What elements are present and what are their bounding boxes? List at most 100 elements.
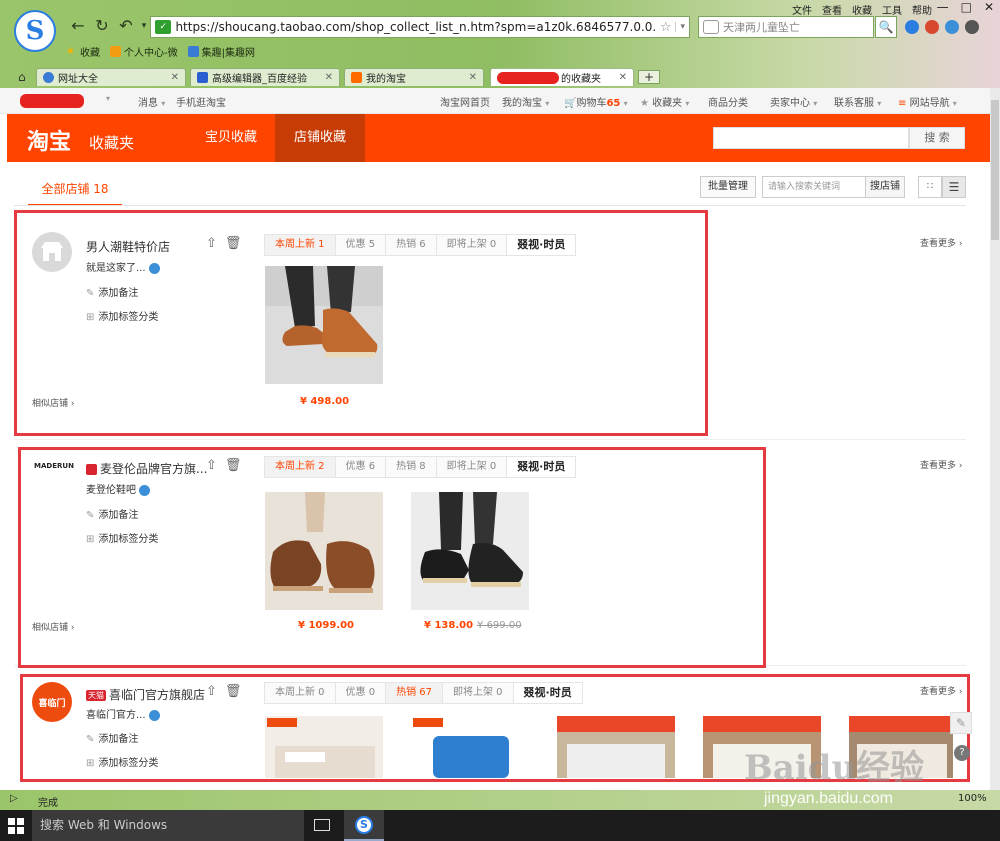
browser-search-input[interactable]: 天津两儿童坠亡 bbox=[698, 16, 874, 38]
secure-lock-icon: ✓ bbox=[155, 20, 172, 34]
top-site-nav[interactable]: ≡ 网站导航 ▾ bbox=[898, 94, 957, 109]
jiqu-icon bbox=[187, 46, 199, 57]
fav-collect-label: 收藏 bbox=[80, 48, 100, 59]
browser-search-placeholder: 天津两儿童坠亡 bbox=[723, 21, 800, 34]
status-text: 完成 bbox=[38, 798, 58, 809]
page-scrollbar[interactable] bbox=[990, 88, 1000, 790]
favorites-search-button[interactable]: 搜 索 bbox=[909, 127, 965, 149]
redacted-username bbox=[497, 71, 559, 84]
weibo-icon bbox=[110, 46, 121, 57]
taobao-logo[interactable]: 淘宝 bbox=[27, 124, 71, 156]
windows-taskbar: 搜索 Web 和 Windows S bbox=[0, 810, 1000, 841]
top-seller-center[interactable]: 卖家中心 ▾ bbox=[770, 94, 817, 109]
home-icon[interactable]: ⌂ bbox=[18, 70, 26, 84]
tab-all-shops[interactable]: 全部店铺 18 bbox=[28, 180, 122, 206]
search-engine-icon bbox=[703, 20, 719, 34]
top-seller-label: 卖家中心 bbox=[770, 98, 810, 109]
top-customer-service[interactable]: 联系客服 ▾ bbox=[834, 94, 881, 109]
cart-count: 65 bbox=[606, 98, 621, 109]
view-more-link[interactable]: 查看更多 › bbox=[920, 236, 962, 249]
star-icon: ★ bbox=[66, 46, 75, 57]
menu-icon: ≡ bbox=[898, 98, 907, 109]
fav-personal[interactable]: 个人中心-微 bbox=[110, 44, 178, 59]
tray-download-icon[interactable] bbox=[965, 20, 979, 34]
tab-my-taobao[interactable]: 我的淘宝 ✕ bbox=[344, 68, 484, 86]
address-url[interactable]: https://shoucang.taobao.com/shop_collect… bbox=[175, 20, 655, 34]
favorites-search-input[interactable] bbox=[713, 127, 909, 149]
taobao-top-bar: ▾ 消息 ▾ 手机逛淘宝 淘宝网首页 我的淘宝 ▾ 🛒购物车65 ▾ ★ 收藏夹… bbox=[0, 88, 990, 114]
address-dropdown-icon[interactable]: ▾ bbox=[675, 22, 689, 32]
tab-close-icon[interactable]: ✕ bbox=[619, 72, 627, 83]
undo-icon[interactable]: ↶ bbox=[116, 16, 136, 36]
fav-jiqu[interactable]: 集趣|集趣网 bbox=[187, 44, 255, 59]
tray-search-icon[interactable] bbox=[905, 20, 919, 34]
fav-collect[interactable]: ★ 收藏 bbox=[66, 44, 100, 59]
back-icon[interactable]: ← bbox=[68, 16, 88, 36]
tab-close-icon[interactable]: ✕ bbox=[469, 72, 477, 83]
scrollbar-thumb[interactable] bbox=[991, 100, 999, 240]
maximize-icon[interactable]: □ bbox=[961, 0, 972, 14]
top-my-taobao[interactable]: 我的淘宝 ▾ bbox=[502, 94, 549, 109]
tab-url-directory[interactable]: 网址大全 ✕ bbox=[36, 68, 186, 86]
batch-manage-button[interactable]: 批量管理 bbox=[700, 176, 756, 198]
tab-close-icon[interactable]: ✕ bbox=[325, 72, 333, 83]
tab-favorites-active[interactable]: 的收藏夹 ✕ bbox=[490, 68, 634, 86]
task-view-icon[interactable] bbox=[314, 819, 330, 831]
user-dropdown-icon[interactable]: ▾ bbox=[106, 94, 110, 103]
favorites-header: 淘宝 收藏夹 宝贝收藏 店铺收藏 搜 索 bbox=[7, 114, 990, 162]
browser-menu: 文件 查看 收藏 工具 帮助 bbox=[792, 2, 932, 17]
browser-search-button[interactable]: 🔍 bbox=[875, 16, 897, 38]
top-mobile[interactable]: 手机逛淘宝 bbox=[176, 94, 226, 109]
close-icon[interactable]: ✕ bbox=[984, 0, 994, 14]
top-messages-label: 消息 bbox=[138, 98, 158, 109]
taobao-icon bbox=[351, 72, 362, 83]
baidu-watermark-url: jingyan.baidu.com bbox=[764, 790, 893, 807]
baidu-watermark: Baidu经验 bbox=[744, 748, 925, 788]
tab-baidu-editor[interactable]: 高级编辑器_百度经验 ✕ bbox=[190, 68, 340, 86]
shop-search-button[interactable]: 搜店铺 bbox=[865, 176, 905, 198]
cart-icon: 🛒 bbox=[564, 98, 577, 109]
menu-file[interactable]: 文件 bbox=[792, 2, 812, 17]
top-messages[interactable]: 消息 ▾ bbox=[138, 94, 165, 109]
highlight-box bbox=[18, 447, 766, 668]
menu-tools[interactable]: 工具 bbox=[882, 2, 902, 17]
star-icon: ★ bbox=[640, 98, 649, 109]
favorites-bar: ★ 收藏 个人中心-微 集趣|集趣网 bbox=[66, 44, 255, 59]
highlight-box bbox=[14, 210, 708, 436]
taskbar-search[interactable]: 搜索 Web 和 Windows bbox=[32, 810, 304, 841]
menu-favorites[interactable]: 收藏 bbox=[852, 2, 872, 17]
view-more-link[interactable]: 查看更多 › bbox=[920, 458, 962, 471]
address-bar[interactable]: ✓ https://shoucang.taobao.com/shop_colle… bbox=[150, 16, 690, 38]
fav-jiqu-label: 集趣|集趣网 bbox=[201, 48, 255, 59]
tab-label: 高级编辑器_百度经验 bbox=[212, 74, 307, 85]
sidebar-toggle-icon[interactable]: ▷ bbox=[10, 793, 18, 804]
tray-ext-icon[interactable] bbox=[925, 20, 939, 34]
divider bbox=[14, 205, 966, 206]
top-cart[interactable]: 🛒购物车65 ▾ bbox=[564, 94, 628, 109]
taskbar-browser-app[interactable]: S bbox=[344, 810, 384, 841]
new-tab-button[interactable]: + bbox=[638, 70, 660, 84]
zoom-level[interactable]: 100% bbox=[958, 793, 987, 804]
bookmark-star-icon[interactable]: ☆ bbox=[656, 20, 676, 35]
list-view-icon[interactable]: ☰ bbox=[942, 176, 966, 198]
tab-item-favorites[interactable]: 宝贝收藏 bbox=[187, 114, 275, 162]
top-favorites[interactable]: ★ 收藏夹 ▾ bbox=[640, 94, 689, 109]
help-icon[interactable]: ? bbox=[954, 745, 970, 761]
tab-bar: ⌂ 网址大全 ✕ 高级编辑器_百度经验 ✕ 我的淘宝 ✕ 的收藏夹 ✕ + bbox=[0, 66, 1000, 86]
edit-icon[interactable]: ✎ bbox=[950, 712, 972, 734]
minimize-icon[interactable]: — bbox=[937, 0, 949, 14]
top-taobao-home[interactable]: 淘宝网首页 bbox=[440, 94, 490, 109]
windows-start-icon[interactable] bbox=[8, 818, 24, 834]
tab-label: 我的淘宝 bbox=[366, 74, 406, 85]
tab-shop-favorites[interactable]: 店铺收藏 bbox=[275, 114, 365, 162]
tab-close-icon[interactable]: ✕ bbox=[171, 72, 179, 83]
browser-app-icon: S bbox=[355, 816, 373, 834]
menu-help[interactable]: 帮助 bbox=[912, 2, 932, 17]
shop-search-input[interactable]: 请输入搜索关键词 bbox=[762, 176, 866, 198]
grid-view-icon[interactable]: ∷ bbox=[918, 176, 942, 198]
browser-logo-icon[interactable]: S bbox=[14, 10, 56, 52]
top-categories[interactable]: 商品分类 bbox=[708, 94, 748, 109]
menu-view[interactable]: 查看 bbox=[822, 2, 842, 17]
refresh-icon[interactable]: ↻ bbox=[92, 16, 112, 36]
tray-shield-icon[interactable] bbox=[945, 20, 959, 34]
